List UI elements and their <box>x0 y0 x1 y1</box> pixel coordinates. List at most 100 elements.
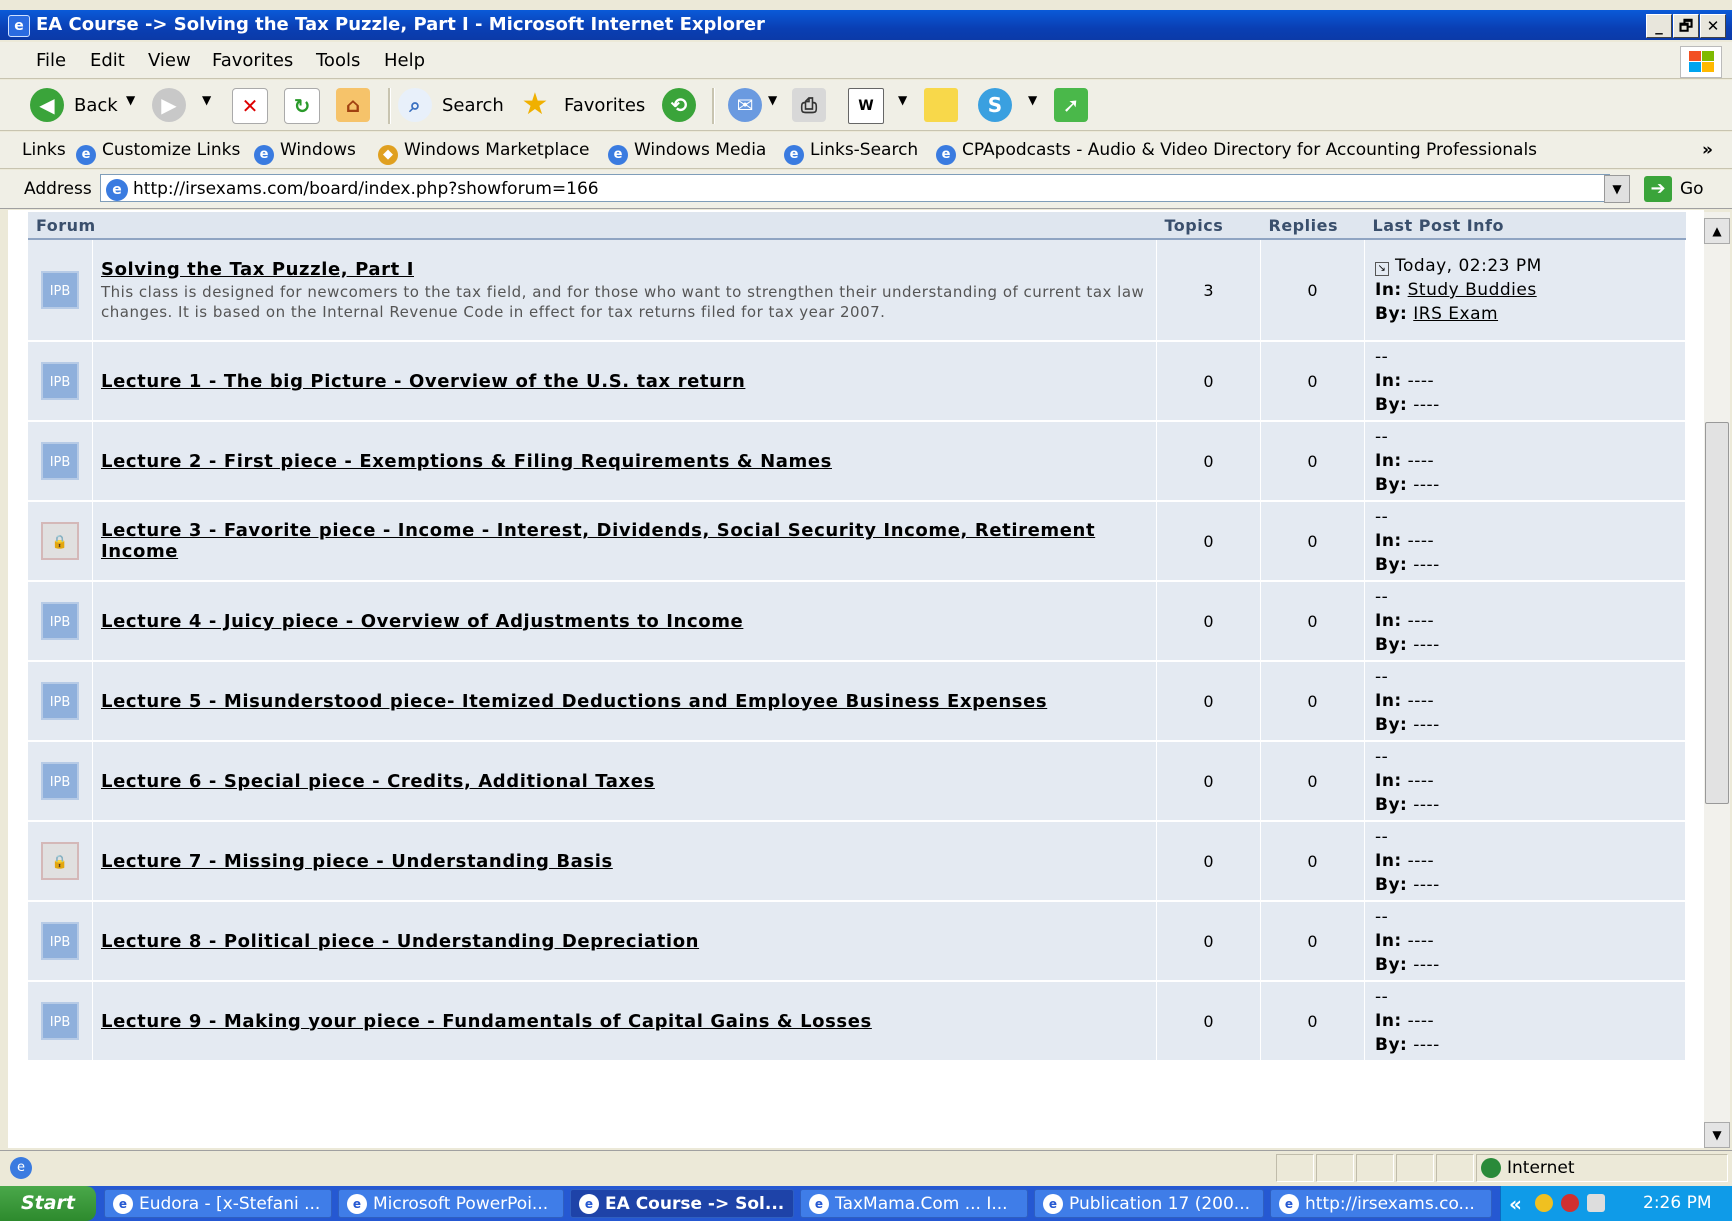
forum-title-link[interactable]: Lecture 7 - Missing piece - Understandin… <box>101 851 613 872</box>
by-label: By: <box>1375 635 1408 655</box>
system-tray: « 2:26 PM <box>1500 1186 1732 1221</box>
forum-row: IPB Lecture 2 - First piece - Exemptions… <box>28 421 1686 502</box>
taskbar-button[interactable]: e TaxMama.Com ... I... <box>800 1189 1028 1218</box>
link-customize-links[interactable]: e Customize Links <box>76 140 240 165</box>
taskbar-button-label: Eudora - [x-Stefani ... <box>139 1194 321 1214</box>
link-windows[interactable]: e Windows <box>254 140 356 165</box>
minimize-button[interactable]: _ <box>1646 14 1672 38</box>
messenger-dropdown[interactable]: ▼ <box>1028 93 1037 107</box>
edit-icon[interactable]: W <box>848 88 884 124</box>
forum-title-link[interactable]: Lecture 9 - Making your piece - Fundamen… <box>101 1011 872 1032</box>
replies-count: 0 <box>1260 239 1365 342</box>
menu-tools[interactable]: Tools <box>316 50 360 71</box>
forum-row: IPB Lecture 1 - The big Picture - Overvi… <box>28 341 1686 422</box>
last-post-author-link[interactable]: IRS Exam <box>1413 304 1498 324</box>
link-windows-marketplace[interactable]: ◆ Windows Marketplace <box>378 140 589 165</box>
topics-count: 0 <box>1156 581 1261 662</box>
mail-dropdown[interactable]: ▼ <box>768 93 777 107</box>
in-label: In: <box>1375 1011 1402 1031</box>
print-icon[interactable]: ⎙ <box>792 88 826 122</box>
edit-dropdown[interactable]: ▼ <box>898 93 907 107</box>
taskbar-button[interactable]: e Eudora - [x-Stefani ... <box>104 1189 332 1218</box>
window-title-bar[interactable]: e EA Course -> Solving the Tax Puzzle, P… <box>0 10 1732 40</box>
forum-title-link[interactable]: Solving the Tax Puzzle, Part I <box>101 259 414 280</box>
forum-title-link[interactable]: Lecture 2 - First piece - Exemptions & F… <box>101 451 832 472</box>
status-cell <box>1396 1154 1434 1182</box>
menu-file[interactable]: File <box>36 50 66 71</box>
last-post-forum-link[interactable]: Study Buddies <box>1408 280 1537 300</box>
link-cpapodcasts[interactable]: e CPApodcasts - Audio & Video Directory f… <box>936 140 1537 165</box>
forum-title-link[interactable]: Lecture 3 - Favorite piece - Income - In… <box>101 520 1095 562</box>
menu-edit[interactable]: Edit <box>90 50 125 71</box>
last-post-cell: -- In: ---- By: ---- <box>1364 901 1686 982</box>
forum-title-link[interactable]: Lecture 4 - Juicy piece - Overview of Ad… <box>101 611 743 632</box>
scroll-down-button[interactable]: ▼ <box>1704 1122 1730 1148</box>
menu-favorites[interactable]: Favorites <box>212 50 293 71</box>
back-arrow-icon[interactable]: ◀ <box>30 88 64 122</box>
forum-title-link[interactable]: Lecture 1 - The big Picture - Overview o… <box>101 371 745 392</box>
forum-title-link[interactable]: Lecture 5 - Misunderstood piece- Itemize… <box>101 691 1047 712</box>
favorites-button[interactable]: Favorites <box>564 95 645 116</box>
last-post-by: By: IRS Exam <box>1375 302 1675 326</box>
taskbar-button[interactable]: e Publication 17 (200... <box>1034 1189 1264 1218</box>
close-button[interactable]: ✕ <box>1700 14 1726 38</box>
menu-view[interactable]: View <box>148 50 191 71</box>
last-post-cell: -- In: ---- By: ---- <box>1364 661 1686 742</box>
taskbar-button[interactable]: e http://irsexams.co... <box>1270 1189 1492 1218</box>
start-button[interactable]: Start <box>0 1186 96 1221</box>
back-dropdown[interactable]: ▼ <box>126 93 135 107</box>
last-post-by: By: ---- <box>1375 713 1675 737</box>
vertical-scrollbar[interactable]: ▲ ▼ <box>1704 212 1730 1148</box>
forward-dropdown[interactable]: ▼ <box>202 93 211 107</box>
taskbar-button[interactable]: e Microsoft PowerPoi... <box>338 1189 564 1218</box>
menu-help[interactable]: Help <box>384 50 425 71</box>
address-dropdown[interactable]: ▼ <box>1604 175 1630 203</box>
menu-bar: File Edit View Favorites Tools Help <box>0 42 1732 79</box>
network-icon[interactable] <box>1587 1194 1605 1212</box>
forum-icon-cell: IPB <box>28 581 93 662</box>
refresh-icon[interactable]: ↻ <box>284 88 320 124</box>
clock[interactable]: 2:26 PM <box>1643 1193 1712 1213</box>
forum-title-link[interactable]: Lecture 8 - Political piece - Understand… <box>101 931 699 952</box>
by-label: By: <box>1375 475 1408 495</box>
taskbar-button[interactable]: e EA Course -> Sol... <box>570 1189 794 1218</box>
history-icon[interactable]: ⟲ <box>662 88 696 122</box>
header-replies: Replies <box>1260 212 1365 240</box>
tray-expand-chevron-icon[interactable]: « <box>1509 1192 1522 1216</box>
research-icon[interactable]: ➚ <box>1054 88 1088 122</box>
ie-icon: e <box>76 145 96 165</box>
last-post-date-line: -- <box>1375 985 1675 1009</box>
last-post-in: In: ---- <box>1375 849 1675 873</box>
search-button[interactable]: Search <box>442 95 504 116</box>
go-button[interactable]: Go <box>1680 179 1704 199</box>
maximize-button[interactable]: 🗗 <box>1673 14 1699 38</box>
security-icon[interactable] <box>1561 1194 1579 1212</box>
link-links-search[interactable]: e Links-Search <box>784 140 918 165</box>
shield-icon[interactable] <box>1535 1194 1553 1212</box>
forward-arrow-icon[interactable]: ▶ <box>152 88 186 122</box>
scroll-up-button[interactable]: ▲ <box>1704 218 1730 244</box>
mail-icon[interactable]: ✉ <box>728 88 762 122</box>
favorites-star-icon[interactable]: ★ <box>518 88 552 122</box>
notes-icon[interactable] <box>924 88 958 122</box>
app-icon: e <box>347 1194 367 1214</box>
last-post-date-line: -- <box>1375 585 1675 609</box>
search-icon[interactable]: ⌕ <box>398 88 432 122</box>
go-arrow-icon[interactable]: ➔ <box>1644 176 1672 202</box>
forum-icon-cell: IPB <box>28 901 93 982</box>
links-more-chevron-icon[interactable]: » <box>1702 140 1713 160</box>
link-windows-media[interactable]: e Windows Media <box>608 140 766 165</box>
back-button[interactable]: Back <box>74 95 118 116</box>
messenger-icon[interactable]: S <box>978 88 1012 122</box>
forum-title-link[interactable]: Lecture 6 - Special piece - Credits, Add… <box>101 771 655 792</box>
last-post-date-line: -- <box>1375 345 1675 369</box>
address-input[interactable]: http://irsexams.com/board/index.php?show… <box>100 174 1610 202</box>
home-icon[interactable]: ⌂ <box>336 88 370 122</box>
forum-name-cell: Lecture 7 - Missing piece - Understandin… <box>92 821 1157 902</box>
topics-count: 0 <box>1156 821 1261 902</box>
last-post-author-link: ---- <box>1413 715 1440 735</box>
last-post-arrow-icon[interactable]: ↘ <box>1375 262 1389 276</box>
stop-icon[interactable]: ✕ <box>232 88 268 124</box>
scroll-thumb[interactable] <box>1705 422 1729 804</box>
forum-row: 🔒 Lecture 7 - Missing piece - Understand… <box>28 821 1686 902</box>
